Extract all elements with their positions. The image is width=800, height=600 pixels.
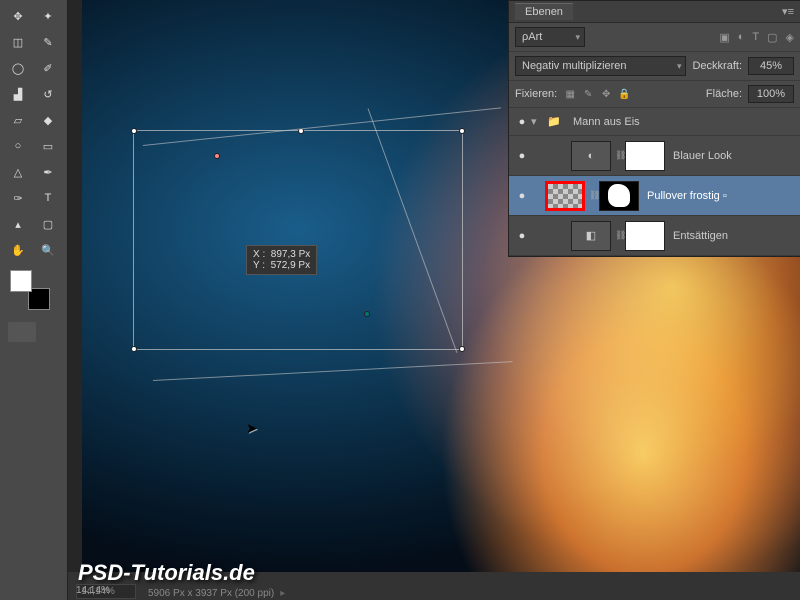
bucket-tool[interactable]: ◆	[34, 108, 62, 132]
blur-tool[interactable]: △	[4, 160, 32, 184]
layer-row[interactable]: ● ◧ ⛓ Entsättigen	[509, 216, 800, 256]
path-tool[interactable]: ✑	[4, 186, 32, 210]
lock-transparency-icon[interactable]: ▦	[563, 89, 577, 100]
opacity-input[interactable]: 45%	[748, 57, 794, 75]
layer-group[interactable]: ● ▾ 📁 Mann aus Eis	[509, 108, 800, 136]
document-info: 5906 Px x 3937 Px (200 ppi)	[148, 588, 274, 599]
shape-tool[interactable]: ▢	[34, 212, 62, 236]
adjustment-thumb[interactable]: ◐	[571, 141, 611, 171]
fill-input[interactable]: 100%	[748, 85, 794, 103]
move-tool[interactable]: ✥	[4, 4, 32, 28]
lock-pixels-icon[interactable]: ✎	[581, 89, 595, 100]
layer-row[interactable]: ● ⛓ Pullover frostig ▫	[509, 176, 800, 216]
direct-select-tool[interactable]: ▴	[4, 212, 32, 236]
dodge-tool[interactable]: ○	[4, 134, 32, 158]
pen-tool[interactable]: ✒	[34, 160, 62, 184]
layer-list: ● ▾ 📁 Mann aus Eis ● ◐ ⛓ Blauer Look ● ⛓…	[509, 108, 800, 256]
layer-name[interactable]: Pullover frostig ▫	[643, 190, 800, 202]
gradient-tool[interactable]: ▭	[34, 134, 62, 158]
visibility-icon[interactable]: ●	[513, 230, 531, 242]
link-icon[interactable]: ⛓	[615, 230, 625, 241]
foreground-color[interactable]	[10, 270, 32, 292]
screen-mode[interactable]	[8, 322, 36, 342]
blend-mode-dropdown[interactable]: Negativ multiplizieren	[515, 56, 686, 76]
wand-tool[interactable]: ✦	[34, 4, 62, 28]
lock-label: Fixieren:	[515, 88, 557, 100]
link-icon[interactable]: ⛓	[615, 150, 625, 161]
color-swatches[interactable]	[10, 270, 50, 310]
lock-all-icon[interactable]: 🔒	[617, 89, 631, 100]
brush-tool[interactable]: ✐	[34, 56, 62, 80]
opacity-label: Deckkraft:	[692, 60, 742, 72]
visibility-icon[interactable]: ●	[513, 150, 531, 162]
filter-type-icon[interactable]: T	[752, 31, 759, 44]
info-arrow-icon[interactable]: ▸	[280, 588, 285, 599]
layer-name[interactable]: Mann aus Eis	[569, 116, 800, 128]
history-brush-tool[interactable]: ↺	[34, 82, 62, 106]
layer-name[interactable]: Entsättigen	[669, 230, 800, 242]
crop-tool[interactable]: ◫	[4, 30, 32, 54]
lock-position-icon[interactable]: ✥	[599, 89, 613, 100]
cursor-icon: ➤	[246, 420, 258, 437]
filter-shape-icon[interactable]: ▢	[767, 31, 777, 44]
stamp-tool[interactable]: ▟	[4, 82, 32, 106]
layer-row[interactable]: ● ◐ ⛓ Blauer Look	[509, 136, 800, 176]
coord-tooltip: X : 897,3 Px Y : 572,9 Px	[246, 245, 317, 275]
filter-type-dropdown[interactable]: ρ Art	[515, 27, 585, 47]
toolbox: ✥ ✦ ◫ ✎ ◯ ✐ ▟ ↺ ▱ ◆ ○ ▭ △ ✒ ✑ T ▴ ▢ ✋ 🔍	[0, 0, 68, 600]
mask-thumb[interactable]	[599, 181, 639, 211]
status-bar: 14,14% 5906 Px x 3937 Px (200 ppi) ▸	[68, 572, 800, 600]
link-icon[interactable]: ⛓	[589, 190, 599, 201]
layer-thumb[interactable]	[545, 181, 585, 211]
filter-adjust-icon[interactable]: ◐	[738, 31, 745, 44]
filter-pixel-icon[interactable]: ▣	[719, 31, 729, 44]
mask-thumb[interactable]	[625, 221, 665, 251]
filter-smart-icon[interactable]: ◈	[786, 31, 794, 44]
layers-tab[interactable]: Ebenen	[515, 3, 573, 20]
eraser-tool[interactable]: ▱	[4, 108, 32, 132]
hand-tool[interactable]: ✋	[4, 238, 32, 262]
adjustment-thumb[interactable]: ◧	[571, 221, 611, 251]
visibility-icon[interactable]: ●	[513, 190, 531, 202]
zoom-percent: 14,14%	[68, 585, 110, 596]
panel-menu-icon[interactable]: ▾≡	[782, 5, 794, 18]
zoom-tool[interactable]: 🔍	[34, 238, 62, 262]
lasso-tool[interactable]: ◯	[4, 56, 32, 80]
layers-panel: Ebenen ▾≡ ρ Art ▣ ◐ T ▢ ◈ Negativ multip…	[508, 0, 800, 257]
layer-name[interactable]: Blauer Look	[669, 150, 800, 162]
folder-icon: 📁	[543, 113, 565, 131]
mask-thumb[interactable]	[625, 141, 665, 171]
type-tool[interactable]: T	[34, 186, 62, 210]
eyedropper-tool[interactable]: ✎	[34, 30, 62, 54]
warp-transform-box[interactable]	[133, 130, 463, 350]
visibility-icon[interactable]: ●	[513, 116, 531, 128]
fill-label: Fläche:	[706, 88, 742, 100]
